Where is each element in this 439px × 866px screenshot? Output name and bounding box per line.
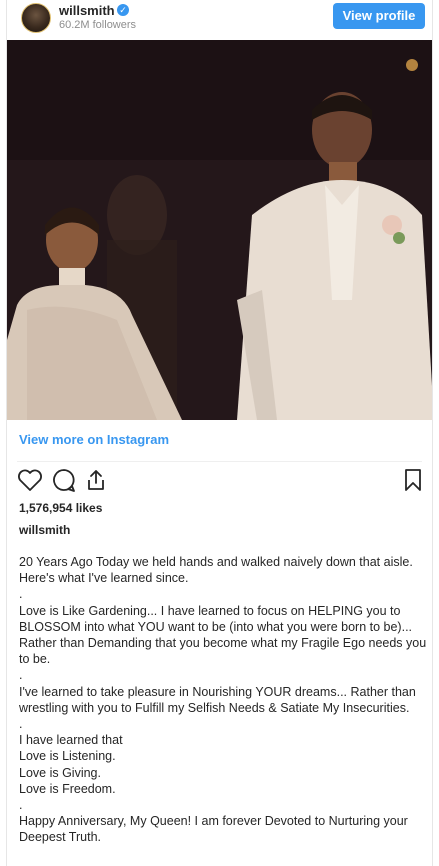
username-link[interactable]: willsmith [59,3,115,18]
instagram-embed-card: willsmith ✓ 60.2M followers View profile [6,0,433,866]
caption-line: I've learned to take pleasure in Nourish… [19,684,420,715]
caption-line: Love is Freedom. [19,781,116,796]
view-profile-button[interactable]: View profile [333,3,425,29]
caption-line: . [19,587,23,602]
divider [17,461,422,462]
wedding-photo-illustration [7,40,432,420]
view-more-link[interactable]: View more on Instagram [19,432,169,447]
verified-badge-icon: ✓ [117,4,129,16]
like-count[interactable]: 1,576,954 likes [19,501,102,515]
caption-line: Love is Giving. [19,765,101,780]
caption-line: Love is Listening. [19,749,116,764]
heart-icon[interactable] [17,468,43,492]
caption-line: . [19,668,23,683]
comment-icon[interactable] [51,468,77,492]
caption-line: 20 Years Ago Today we held hands and wal… [19,555,417,586]
post-photo[interactable] [7,40,432,420]
post-caption: 20 Years Ago Today we held hands and wal… [19,554,429,846]
caption-line: Love is Like Gardening... I have learned… [19,603,430,667]
bookmark-icon[interactable] [403,468,423,492]
follower-count: 60.2M followers [59,19,137,31]
caption-line: I have learned that [19,733,123,748]
share-icon[interactable] [83,468,109,492]
caption-username[interactable]: willsmith [19,523,70,537]
caption-line: . [19,798,23,813]
caption-line: . [19,717,23,732]
caption-line: Happy Anniversary, My Queen! I am foreve… [19,814,412,845]
avatar[interactable] [21,3,51,33]
post-header: willsmith ✓ 60.2M followers View profile [7,0,432,38]
